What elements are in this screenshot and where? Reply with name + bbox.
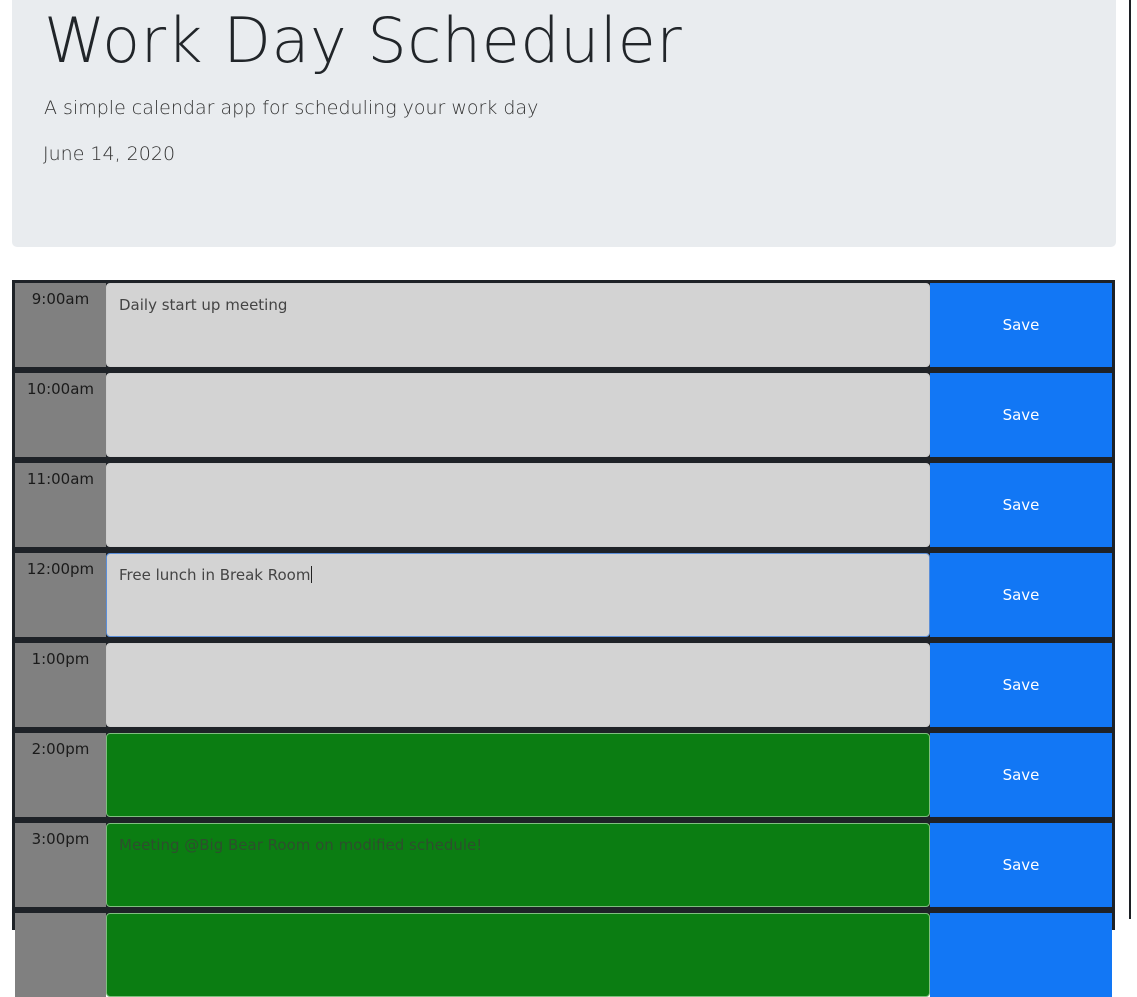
time-block-9am: 9:00am Daily start up meeting Save	[15, 283, 1112, 367]
time-block-3pm: 3:00pm Meeting @Big Bear Room on modifie…	[15, 823, 1112, 907]
save-button[interactable]: Save	[930, 283, 1112, 367]
time-block-12pm: 12:00pm Free lunch in Break Room Save	[15, 553, 1112, 637]
description-textarea[interactable]	[106, 733, 930, 817]
hour-label: 11:00am	[15, 463, 106, 547]
description-text: Meeting @Big Bear Room on modified sched…	[119, 836, 483, 854]
header-jumbotron: Work Day Scheduler A simple calendar app…	[12, 0, 1116, 247]
save-button[interactable]: Save	[930, 733, 1112, 817]
hour-label	[15, 913, 106, 997]
description-textarea[interactable]: Meeting @Big Bear Room on modified sched…	[106, 823, 930, 907]
hour-label: 12:00pm	[15, 553, 106, 637]
hour-label: 3:00pm	[15, 823, 106, 907]
current-date: June 14, 2020	[43, 143, 176, 165]
save-button[interactable]: Save	[930, 553, 1112, 637]
save-button[interactable]: Save	[930, 373, 1112, 457]
description-textarea[interactable]	[106, 463, 930, 547]
schedule-container: 9:00am Daily start up meeting Save 10:00…	[12, 280, 1115, 997]
description-text: Daily start up meeting	[119, 296, 288, 314]
hour-label: 10:00am	[15, 373, 106, 457]
description-textarea[interactable]	[106, 373, 930, 457]
description-textarea[interactable]	[106, 643, 930, 727]
save-button[interactable]	[930, 913, 1112, 997]
time-block-10am: 10:00am Save	[15, 373, 1112, 457]
app-subtitle: A simple calendar app for scheduling you…	[44, 97, 539, 119]
save-button[interactable]: Save	[930, 643, 1112, 727]
hour-label: 9:00am	[15, 283, 106, 367]
app-title: Work Day Scheduler	[44, 4, 683, 77]
description-text: Free lunch in Break Room	[119, 566, 311, 584]
save-button[interactable]: Save	[930, 463, 1112, 547]
description-textarea[interactable]: Free lunch in Break Room	[106, 553, 930, 637]
time-block-11am: 11:00am Save	[15, 463, 1112, 547]
text-cursor	[311, 566, 313, 583]
hour-label: 1:00pm	[15, 643, 106, 727]
save-button[interactable]: Save	[930, 823, 1112, 907]
description-textarea[interactable]: Daily start up meeting	[106, 283, 930, 367]
description-textarea[interactable]	[106, 913, 930, 997]
right-border	[1129, 0, 1131, 919]
hour-label: 2:00pm	[15, 733, 106, 817]
time-block-2pm: 2:00pm Save	[15, 733, 1112, 817]
time-block-1pm: 1:00pm Save	[15, 643, 1112, 727]
time-block-4pm	[15, 913, 1112, 997]
